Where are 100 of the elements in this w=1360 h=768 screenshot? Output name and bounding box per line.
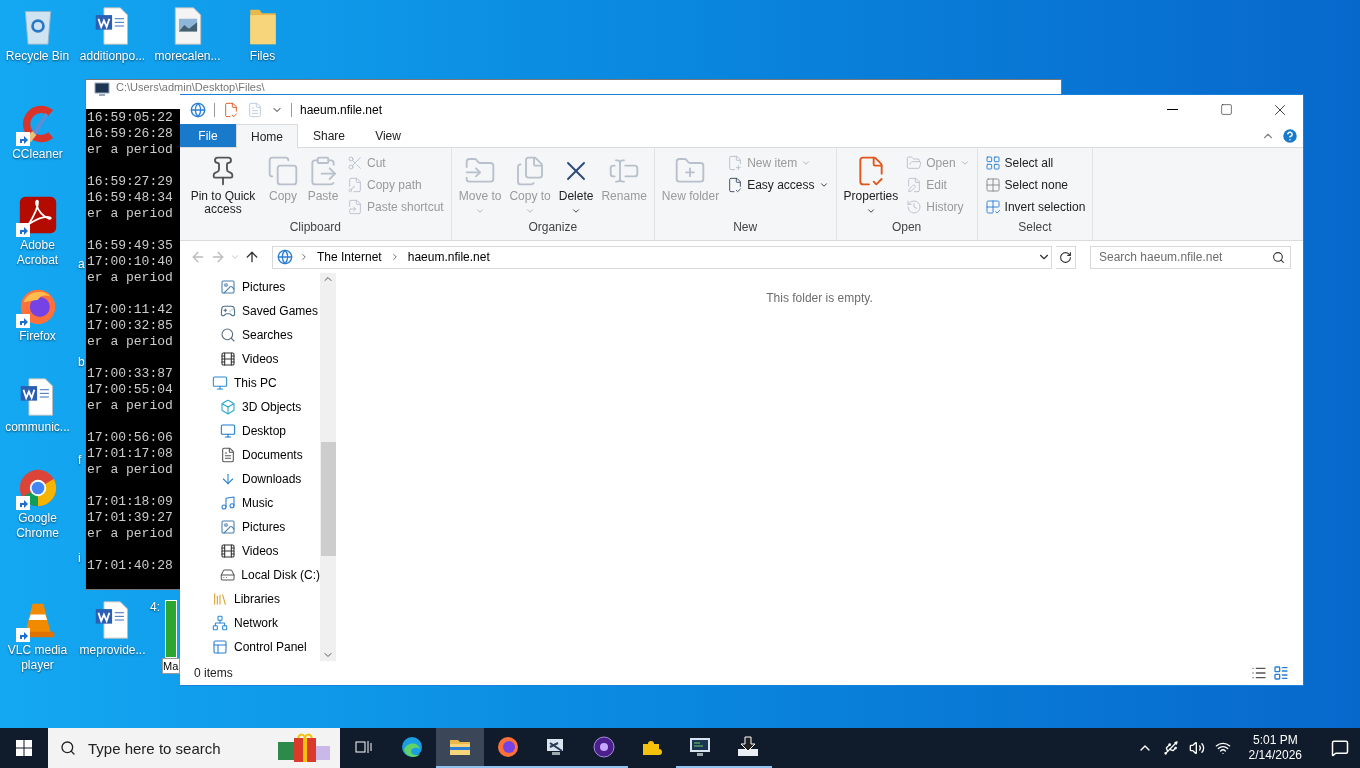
ribbon-button[interactable]: Pin to Quick access [184, 151, 262, 220]
console-line: 17:00:55:04 [87, 382, 173, 398]
taskbar-app[interactable] [436, 728, 484, 768]
nav-item[interactable]: Network [180, 611, 320, 635]
console-line: 17:01:40:28 [87, 558, 173, 574]
group-label: Organize [527, 220, 579, 236]
search-bar[interactable]: Type here to search [48, 728, 340, 768]
file-check-icon [223, 101, 239, 118]
folder-icon [906, 155, 923, 171]
console-line: 17:00:10:40 [87, 254, 173, 270]
console-line: 16:59:26:28 [87, 126, 173, 142]
browser-icon [400, 735, 424, 759]
ribbon-button[interactable]: Invert selection [981, 197, 1089, 217]
console-line: 16:59:27:29 [87, 174, 173, 190]
nav-item[interactable]: Music [180, 491, 320, 515]
icon-label: i [78, 551, 82, 566]
nav-item[interactable]: Control Panel [180, 635, 320, 659]
breadcrumb[interactable]: The Internet [315, 250, 384, 264]
download-tray-icon [736, 735, 760, 759]
ribbon-tab[interactable]: Share [298, 124, 361, 147]
film-icon [220, 351, 236, 367]
group-label: Select [1017, 220, 1053, 236]
ribbon-button[interactable]: Select all [981, 153, 1089, 173]
caret-icon [959, 158, 970, 168]
nav-item[interactable]: Desktop [180, 419, 320, 443]
network-icon [212, 615, 228, 631]
progress-bar-drawing [165, 600, 177, 658]
download-icon [220, 471, 236, 487]
console-line: er a period [87, 526, 173, 542]
address-bar[interactable]: The Internet haeum.nfile.net [272, 245, 1052, 269]
grid-icon [984, 155, 1001, 171]
search-icon [220, 327, 236, 343]
shortcut-icon [347, 199, 363, 215]
breadcrumb[interactable]: haeum.nfile.net [405, 250, 492, 264]
details-view-icon[interactable] [1251, 665, 1267, 681]
usb-icon[interactable] [1162, 740, 1179, 756]
group-label: Clipboard [288, 220, 343, 236]
search-icon [60, 740, 76, 756]
console-line: er a period [87, 334, 173, 350]
console-line: 17:00:33:87 [87, 366, 173, 382]
nav-item[interactable]: Searches [180, 323, 320, 347]
network-icon[interactable] [1214, 740, 1231, 756]
nav-item[interactable]: Videos [180, 347, 320, 371]
image-icon [220, 519, 236, 535]
browser-icon [496, 735, 520, 759]
nav-item[interactable]: This PC [180, 371, 320, 395]
search-field[interactable]: Search haeum.nfile.net [1090, 245, 1291, 269]
help-icon[interactable] [1281, 126, 1299, 145]
grid-icon [984, 199, 1001, 215]
console-line: er a period [87, 398, 173, 414]
console-line: er a period [87, 270, 173, 286]
nav-item[interactable]: Videos [180, 539, 320, 563]
nav-item[interactable]: 3D Objects [180, 395, 320, 419]
nav-item[interactable]: Downloads [180, 467, 320, 491]
ribbon-tab[interactable]: Home [236, 124, 298, 148]
monitor-icon [212, 375, 228, 391]
notification-icon[interactable] [1331, 739, 1349, 757]
cube-icon [220, 399, 236, 415]
nav-item[interactable]: Pictures [180, 515, 320, 539]
ribbon-tab[interactable]: File [180, 124, 236, 147]
history-icon [906, 199, 923, 215]
search-input[interactable]: Type here to search [86, 738, 266, 758]
caret-icon [571, 206, 582, 216]
nav-item[interactable]: Local Disk (C:) [180, 563, 320, 587]
ribbon-button[interactable]: Easy access [724, 175, 832, 195]
ribbon-button[interactable]: Properties [840, 151, 902, 220]
monitor-icon [220, 423, 236, 439]
icon-label: b [78, 355, 85, 370]
ribbon-button[interactable]: Delete [555, 151, 597, 220]
console-line: 17:01:17:08 [87, 446, 173, 462]
console-line: 17:00:32:85 [87, 318, 173, 334]
clock[interactable]: 5:01 PM 2/14/2026 [1240, 733, 1310, 763]
nav-item[interactable]: Libraries [180, 587, 320, 611]
music-icon [220, 495, 236, 511]
ribbon-tab[interactable]: View [360, 124, 417, 147]
search-icon [1272, 250, 1285, 264]
ribbon-button[interactable]: Select none [981, 175, 1089, 195]
nav-item[interactable]: Pictures [180, 275, 320, 299]
document-icon [220, 447, 236, 463]
group-label: Open [890, 220, 923, 236]
window-title: haeum.nfile.net [300, 102, 384, 117]
icon-label: a [78, 257, 85, 272]
item-count: 0 items [194, 666, 233, 680]
browser-icon [17, 468, 58, 508]
icon-label: 4: [150, 600, 160, 615]
grid-icon [984, 177, 1001, 193]
globe-icon [277, 249, 293, 265]
tiles-view-icon[interactable] [1273, 665, 1289, 681]
empty-message: This folder is empty. [766, 291, 873, 307]
chevron-icon [299, 252, 309, 262]
caret-icon [865, 206, 876, 216]
console-line: 17:00:11:42 [87, 302, 173, 318]
nav-item[interactable]: Documents [180, 443, 320, 467]
speaker-icon[interactable] [1188, 740, 1205, 756]
nav-item[interactable]: Saved Games [180, 299, 320, 323]
film-icon [220, 543, 236, 559]
console-line: er a period [87, 206, 173, 222]
windows-logo-icon [16, 740, 32, 756]
refresh-button[interactable] [1056, 245, 1076, 269]
file-icon [247, 101, 263, 118]
